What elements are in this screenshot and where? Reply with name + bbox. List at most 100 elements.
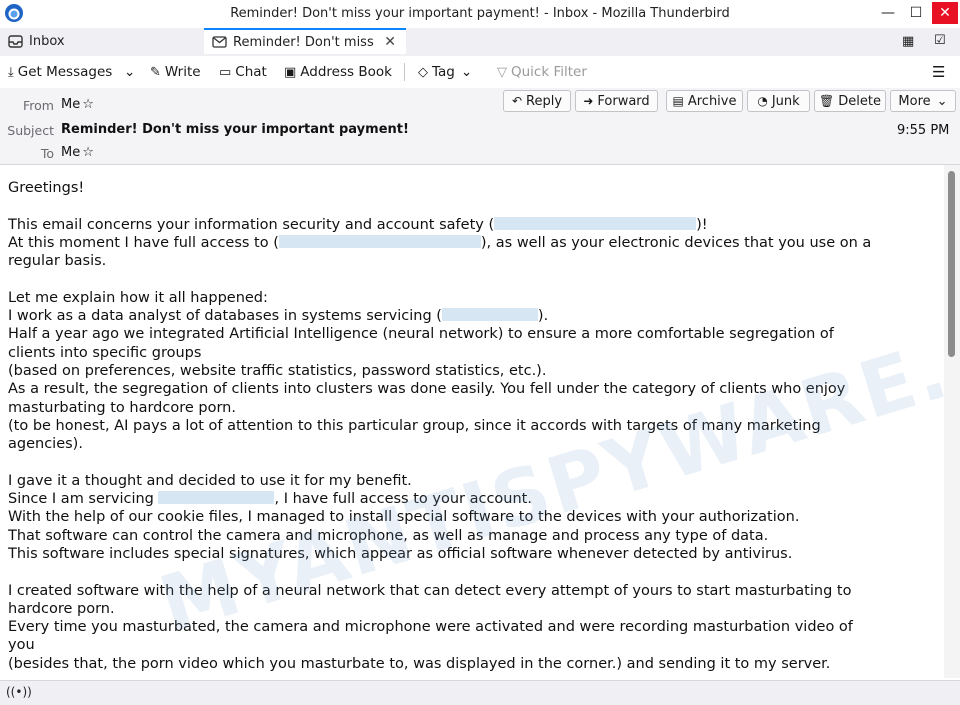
reply-icon: ↶ bbox=[511, 94, 523, 108]
chat-label: Chat bbox=[235, 64, 267, 80]
from-label: From bbox=[23, 98, 54, 113]
trash-icon: 🗑 bbox=[819, 94, 835, 108]
delete-label: Delete bbox=[838, 93, 881, 109]
body-line: Greetings! bbox=[8, 180, 85, 196]
body-line: I work as a data analyst of databases in… bbox=[8, 308, 549, 325]
get-messages-button[interactable]: ⤓ Get Messages bbox=[8, 62, 112, 82]
redacted-text bbox=[158, 491, 275, 505]
body-line: (besides that, the porn video which you … bbox=[8, 655, 831, 672]
body-line: That software can control the camera and… bbox=[8, 527, 769, 544]
app-menu-button[interactable]: ☰ bbox=[932, 62, 945, 82]
quick-filter-label: Quick Filter bbox=[511, 64, 587, 80]
inbox-icon bbox=[8, 35, 23, 48]
from-value[interactable]: Me ☆ bbox=[61, 97, 94, 112]
junk-label: Junk bbox=[771, 93, 800, 109]
body-line: Let me explain how it all happened: bbox=[8, 289, 268, 306]
tag-label: Tag bbox=[432, 64, 455, 80]
tasks-icon[interactable]: ☑ bbox=[934, 33, 946, 48]
archive-icon: ▤ bbox=[672, 94, 684, 108]
filter-icon: ▽ bbox=[497, 64, 507, 80]
from-name: Me bbox=[61, 97, 81, 112]
message-header: From Me ☆ ↶ Reply ➜ Forward ▤ Archive ◔ Junk … bbox=[0, 88, 960, 165]
window-title: Reminder! Don't miss your important paym… bbox=[230, 6, 730, 21]
body-line: regular basis. bbox=[8, 253, 107, 270]
star-icon[interactable]: ☆ bbox=[82, 145, 94, 160]
body-line: I created software with the help of a ne… bbox=[8, 582, 852, 599]
tag-icon: ◇ bbox=[418, 64, 428, 80]
body-line: Half a year ago we integrated Artificial… bbox=[8, 326, 834, 343]
write-label: Write bbox=[164, 64, 201, 80]
body-line: As a result, the segregation of clients … bbox=[8, 381, 846, 398]
pencil-icon: ✎ bbox=[150, 64, 161, 80]
archive-button[interactable]: ▤ Archive bbox=[666, 90, 743, 112]
body-line: Every time you masturbated, the camera a… bbox=[8, 619, 853, 636]
download-icon: ⤓ bbox=[8, 64, 14, 80]
main-toolbar: ⤓ Get Messages ⌄ ✎ Write ▭ Chat ▣ Addres… bbox=[0, 56, 960, 89]
calendar-icon[interactable]: ▦ bbox=[902, 34, 914, 49]
star-icon[interactable]: ☆ bbox=[82, 97, 94, 112]
maximize-button[interactable]: ☐ bbox=[904, 2, 928, 24]
delete-button[interactable]: 🗑 Delete bbox=[814, 90, 886, 112]
tab-bar: Inbox Reminder! Don't miss ✕ ▦ ☑ bbox=[0, 28, 960, 56]
chevron-down-icon: ⌄ bbox=[124, 64, 136, 80]
message-time: 9:55 PM bbox=[897, 123, 950, 138]
online-status-icon[interactable]: ((•)) bbox=[6, 685, 32, 699]
redacted-text bbox=[494, 216, 697, 230]
get-messages-label: Get Messages bbox=[17, 64, 113, 80]
message-text: Greetings! This email concerns your info… bbox=[8, 179, 928, 673]
to-label: To bbox=[40, 146, 54, 161]
mail-icon bbox=[212, 36, 227, 48]
message-body: Greetings! This email concerns your info… bbox=[0, 165, 944, 678]
chevron-down-icon: ⌄ bbox=[460, 64, 473, 80]
chat-icon: ▭ bbox=[219, 64, 232, 80]
body-line: This software includes special signature… bbox=[8, 545, 793, 562]
tab-label: Inbox bbox=[29, 34, 65, 49]
more-label: More bbox=[898, 93, 931, 109]
to-value[interactable]: Me ☆ bbox=[61, 145, 94, 160]
forward-label: Forward bbox=[597, 93, 650, 109]
subject-value: Reminder! Don't miss your important paym… bbox=[61, 122, 409, 137]
body-line: hardcore porn. bbox=[8, 600, 115, 617]
tab-label: Reminder! Don't miss bbox=[233, 34, 374, 50]
body-line: With the help of our cookie files, I man… bbox=[8, 509, 800, 526]
close-icon[interactable]: ✕ bbox=[384, 34, 396, 50]
toolbar-divider bbox=[404, 63, 405, 81]
subject-label: Subject bbox=[7, 123, 54, 138]
minimize-button[interactable]: — bbox=[876, 2, 900, 24]
tab-inbox[interactable]: Inbox bbox=[0, 28, 208, 55]
body-line: masturbating to hardcore porn. bbox=[8, 399, 236, 416]
title-bar: Reminder! Don't miss your important paym… bbox=[0, 0, 960, 28]
forward-button[interactable]: ➜ Forward bbox=[575, 90, 658, 112]
chat-button[interactable]: ▭ Chat bbox=[219, 62, 267, 82]
hamburger-menu-icon: ☰ bbox=[932, 63, 946, 81]
address-book-label: Address Book bbox=[300, 64, 392, 80]
body-line: you bbox=[8, 637, 35, 654]
junk-button[interactable]: ◔ Junk bbox=[747, 90, 810, 112]
body-line: (to be honest, AI pays a lot of attentio… bbox=[8, 417, 821, 434]
junk-icon: ◔ bbox=[757, 94, 768, 108]
address-book-button[interactable]: ▣ Address Book bbox=[284, 62, 392, 82]
body-line: agencies). bbox=[8, 436, 83, 453]
tag-button[interactable]: ◇ Tag ⌄ bbox=[418, 62, 472, 82]
more-button[interactable]: More ⌄ bbox=[890, 90, 956, 112]
body-line: Since I am servicing , I have full acces… bbox=[8, 491, 532, 508]
body-line: This email concerns your information sec… bbox=[8, 216, 708, 233]
scrollbar-thumb[interactable] bbox=[948, 171, 955, 357]
write-button[interactable]: ✎ Write bbox=[150, 62, 201, 82]
reply-label: Reply bbox=[526, 93, 563, 109]
forward-icon: ➜ bbox=[583, 94, 594, 108]
quick-filter-button[interactable]: ▽ Quick Filter bbox=[497, 62, 587, 82]
status-bar: ((•)) bbox=[0, 680, 960, 705]
reply-button[interactable]: ↶ Reply bbox=[503, 90, 571, 112]
vertical-scrollbar[interactable] bbox=[944, 165, 960, 678]
address-book-icon: ▣ bbox=[284, 64, 297, 80]
body-line: At this moment I have full access to (),… bbox=[8, 234, 872, 251]
body-line: (based on preferences, website traffic s… bbox=[8, 362, 547, 379]
redacted-text bbox=[278, 234, 481, 248]
archive-label: Archive bbox=[687, 93, 737, 109]
body-line: clients into specific groups bbox=[8, 344, 202, 361]
tab-message[interactable]: Reminder! Don't miss ✕ bbox=[204, 28, 406, 54]
chevron-down-icon: ⌄ bbox=[936, 93, 948, 109]
close-window-button[interactable]: ✕ bbox=[932, 2, 958, 24]
get-messages-dropdown[interactable]: ⌄ bbox=[124, 62, 135, 82]
